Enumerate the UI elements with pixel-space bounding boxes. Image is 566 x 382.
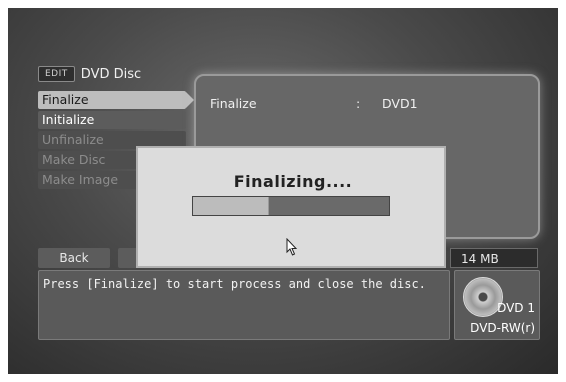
- dvd-recorder-screen: EDIT DVD Disc Finalize Initialize Unfina…: [8, 8, 558, 374]
- finalizing-dialog: Finalizing....: [136, 146, 446, 268]
- message-panel: Press [Finalize] to start process and cl…: [38, 270, 450, 340]
- menu-title: DVD Disc: [80, 66, 142, 82]
- menu-item-initialize[interactable]: Initialize: [38, 111, 186, 129]
- disc-info-panel: DVD 1 DVD-RW(r): [454, 270, 540, 340]
- dialog-title: Finalizing....: [233, 172, 353, 191]
- detail-label: Finalize: [210, 96, 257, 111]
- back-button[interactable]: Back: [38, 248, 110, 268]
- disc-type: DVD-RW(r): [470, 321, 535, 335]
- mouse-cursor-icon: [286, 238, 298, 256]
- menu-header: EDIT DVD Disc: [38, 66, 141, 82]
- detail-value: DVD1: [382, 96, 418, 111]
- edit-badge: EDIT: [38, 66, 75, 82]
- detail-separator: :: [356, 96, 361, 111]
- progress-bar: [192, 196, 390, 216]
- disc-size: 14 MB: [450, 248, 538, 268]
- disc-number: DVD 1: [497, 301, 535, 315]
- menu-item-finalize[interactable]: Finalize: [38, 91, 186, 109]
- selection-arrow-icon: [186, 92, 194, 108]
- progress-fill: [193, 197, 270, 215]
- message-text: Press [Finalize] to start process and cl…: [43, 277, 426, 291]
